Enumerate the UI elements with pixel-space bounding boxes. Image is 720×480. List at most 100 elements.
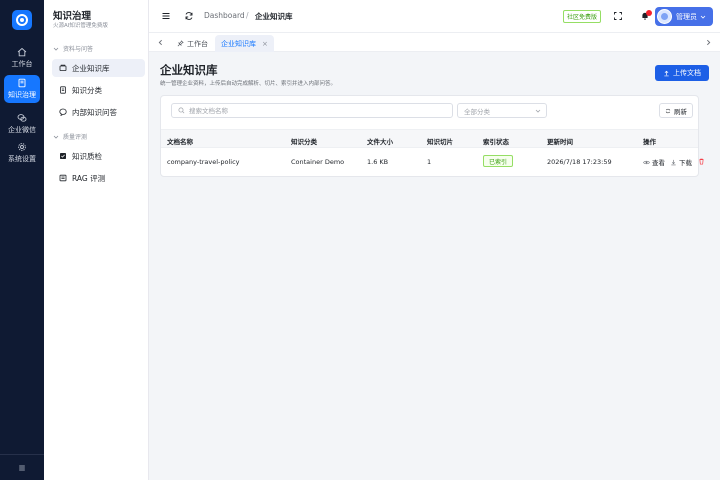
collapse-rail-button[interactable] xyxy=(0,454,44,480)
notification-dot xyxy=(646,10,652,16)
cell-size: 1.6 KB xyxy=(367,158,389,166)
upload-document-button[interactable]: 上传文档 xyxy=(655,65,709,81)
page-description: 统一管理企业资料，上传后自动完成解析、切片、索引并进入内部问答。 xyxy=(160,81,337,87)
download-icon xyxy=(671,159,676,165)
cell-chunks: 1 xyxy=(427,158,432,166)
checkbox-icon xyxy=(60,153,66,159)
avatar xyxy=(657,9,672,24)
category-select-value: 全部分类 xyxy=(464,107,490,116)
delete-icon[interactable] xyxy=(698,158,705,165)
chat-icon xyxy=(17,114,27,122)
cell-doc-name: company-travel-policy xyxy=(167,158,240,166)
category-select[interactable]: 全部分类 xyxy=(457,103,547,118)
chevron-left-icon[interactable] xyxy=(157,39,164,46)
top-header: Dashboard / 企业知识库 社区免费版 管理员 xyxy=(149,0,720,33)
user-name: 管理员 xyxy=(676,12,697,21)
chevron-down-icon xyxy=(53,135,59,139)
refresh-label: 刷新 xyxy=(674,107,687,116)
list-icon xyxy=(59,174,67,182)
fullscreen-icon[interactable] xyxy=(613,11,623,21)
download-button[interactable]: 下载 xyxy=(670,157,692,167)
sidebar-item-rag-eval[interactable]: RAG 评测 xyxy=(52,169,145,187)
sidebar-item-label: 内部知识问答 xyxy=(72,107,117,117)
chevron-down-icon xyxy=(53,47,59,51)
upload-label: 上传文档 xyxy=(673,69,701,77)
tab-label: 企业知识库 xyxy=(221,39,256,48)
edition-badge: 社区免费版 xyxy=(563,10,602,23)
app-logo xyxy=(12,10,32,30)
sidebar-title: 知识治理 xyxy=(53,11,92,22)
rail-item-workbench[interactable]: 工作台 xyxy=(4,44,40,72)
sidebar-item-label: 知识质检 xyxy=(72,151,102,161)
page-title: 企业知识库 xyxy=(160,63,218,77)
document-icon xyxy=(60,86,66,94)
sidebar-section-quality: 质量评测 xyxy=(53,132,87,141)
view-label: 查看 xyxy=(652,159,665,167)
upload-icon xyxy=(664,70,669,76)
documents-card: 全部分类 刷新 文档名称 知识分类 文件大小 知识切片 索引状态 更新时间 操作… xyxy=(160,95,704,177)
rail-item-label: 系统设置 xyxy=(8,155,36,163)
refresh-icon xyxy=(665,108,671,113)
refresh-button[interactable]: 刷新 xyxy=(659,103,693,118)
tab-label: 工作台 xyxy=(187,39,208,48)
sidebar-subtitle: 火源AI知识管理免费版 xyxy=(53,23,108,29)
book-icon xyxy=(18,78,26,88)
tab-workbench[interactable]: 工作台 xyxy=(171,35,214,52)
eye-icon xyxy=(643,160,650,164)
cell-category: Container Demo xyxy=(291,158,345,166)
rail-item-label: 工作台 xyxy=(11,60,33,68)
sidebar-item-label: 企业知识库 xyxy=(72,63,110,73)
chevron-down-icon xyxy=(535,109,541,113)
hamburger-icon[interactable] xyxy=(161,11,171,21)
column-header: 文档名称 xyxy=(167,138,193,146)
rail-item-label: 知识治理 xyxy=(8,91,36,99)
column-header: 操作 xyxy=(643,138,656,146)
table-header: 文档名称 知识分类 文件大小 知识切片 索引状态 更新时间 操作 xyxy=(161,129,698,148)
tab-close-icon[interactable]: × xyxy=(262,40,268,48)
tabs-bar: 工作台 企业知识库 × xyxy=(149,33,720,52)
sidebar-item-label: RAG 评测 xyxy=(72,173,106,183)
section-label: 质量评测 xyxy=(63,134,88,141)
main-content: 企业知识库 统一管理企业资料，上传后自动完成解析、切片、索引并进入内部问答。 上… xyxy=(149,52,720,480)
column-header: 知识分类 xyxy=(291,138,317,146)
tab-knowledge-base[interactable]: 企业知识库 × xyxy=(215,35,274,52)
database-icon xyxy=(59,64,67,71)
sidebar-item-label: 知识分类 xyxy=(72,85,102,95)
user-menu-button[interactable]: 管理员 xyxy=(655,7,713,26)
search-box[interactable] xyxy=(171,103,453,118)
sidebar-item-knowledge-base[interactable]: 企业知识库 xyxy=(52,59,145,77)
search-icon xyxy=(178,107,185,114)
rail-item-label: 企业微信 xyxy=(8,126,36,134)
breadcrumb-current: 企业知识库 xyxy=(255,12,293,21)
rail-item-knowledge[interactable]: 知识治理 xyxy=(4,75,40,103)
breadcrumb-dashboard[interactable]: Dashboard xyxy=(204,11,245,20)
gear-icon xyxy=(18,143,26,151)
app-root: 工作台 知识治理 企业微信 系统设置 知识治理 火源AI知识管理免费版 资料与问… xyxy=(0,0,720,480)
section-label: 资料与问答 xyxy=(63,46,94,53)
rail-item-settings[interactable]: 系统设置 xyxy=(4,139,40,167)
column-header: 更新时间 xyxy=(547,138,573,146)
menu-icon xyxy=(19,465,25,470)
cell-updated: 2026/7/18 17:23:59 xyxy=(547,158,612,166)
home-icon xyxy=(17,47,27,57)
table-row: company-travel-policy Container Demo 1.6… xyxy=(161,148,704,176)
sidebar-item-quality-check[interactable]: 知识质检 xyxy=(52,147,145,165)
sidebar-item-internal-qa[interactable]: 内部知识问答 xyxy=(52,103,145,121)
rail-item-wecom[interactable]: 企业微信 xyxy=(4,110,40,138)
icon-rail: 工作台 知识治理 企业微信 系统设置 xyxy=(0,0,44,480)
chevron-right-icon[interactable] xyxy=(705,39,712,46)
download-label: 下载 xyxy=(679,159,692,167)
sidebar-item-categories[interactable]: 知识分类 xyxy=(52,81,145,99)
breadcrumb-separator: / xyxy=(246,11,249,20)
sidebar: 知识治理 火源AI知识管理免费版 资料与问答 企业知识库 知识分类 内部知识问答… xyxy=(44,0,149,480)
view-button[interactable]: 查看 xyxy=(643,157,665,167)
search-input[interactable] xyxy=(189,106,429,115)
column-header: 知识切片 xyxy=(427,138,453,146)
column-header: 索引状态 xyxy=(483,138,509,146)
sidebar-section-materials: 资料与问答 xyxy=(53,44,93,53)
message-icon xyxy=(59,108,67,116)
chevron-down-icon xyxy=(700,15,706,19)
status-badge: 已索引 xyxy=(483,155,514,167)
column-header: 文件大小 xyxy=(367,138,393,146)
refresh-icon[interactable] xyxy=(184,11,194,21)
